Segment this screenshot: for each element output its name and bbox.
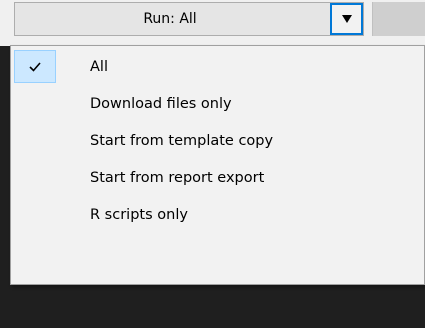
run-mode-menu: All Download files only Start from templ…	[10, 45, 425, 285]
menu-item-label: Start from template copy	[90, 132, 274, 149]
menu-item-label: R scripts only	[90, 206, 188, 223]
triangle-down-icon	[341, 15, 352, 23]
dropdown-button[interactable]	[330, 3, 363, 35]
checkmark-icon	[29, 61, 41, 72]
run-mode-combobox[interactable]: Run: All	[14, 2, 364, 36]
menu-item-label: Download files only	[90, 95, 232, 112]
run-mode-label: Run: All	[143, 11, 197, 27]
menu-item-start-from-report-export[interactable]: Start from report export	[11, 159, 424, 196]
menu-item-label: All	[90, 58, 108, 75]
menu-item-start-from-template-copy[interactable]: Start from template copy	[11, 122, 424, 159]
adjacent-button[interactable]	[372, 2, 425, 36]
menu-item-all[interactable]: All	[11, 48, 424, 85]
menu-item-r-scripts-only[interactable]: R scripts only	[11, 196, 424, 233]
menu-item-label: Start from report export	[90, 169, 265, 186]
check-cell	[14, 50, 56, 83]
menu-item-download-files-only[interactable]: Download files only	[11, 85, 424, 122]
